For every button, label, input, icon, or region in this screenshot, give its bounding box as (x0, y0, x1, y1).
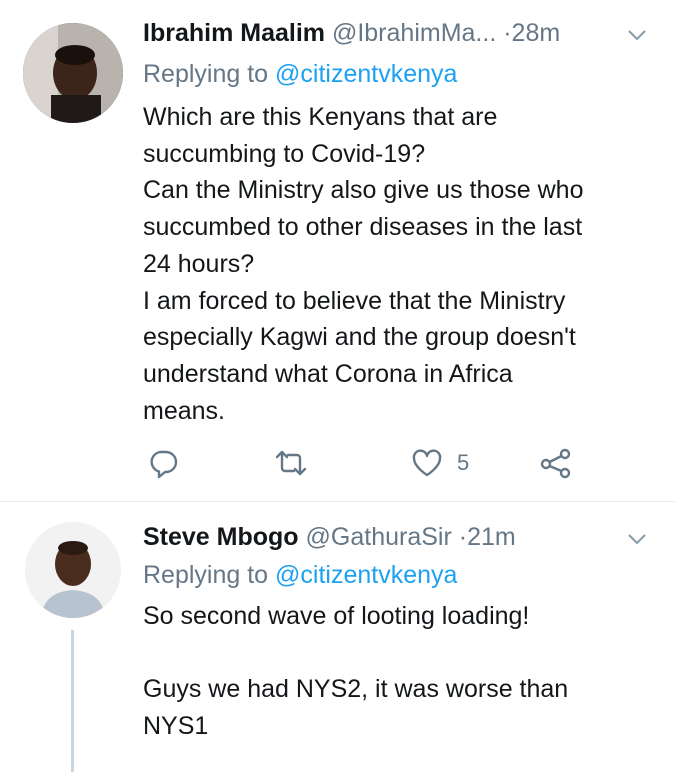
tweet-header: Steve Mbogo @GathuraSir ·21m (143, 522, 516, 552)
tweet-line: Can the Ministry also give us those who (143, 176, 584, 205)
tweet-line: Guys we had NYS2, it was worse than (143, 675, 569, 704)
retweet-icon (275, 450, 307, 476)
share-icon (540, 448, 571, 479)
tweet-line: understand what Corona in Africa (143, 359, 513, 388)
tweet-line: succumbing to Covid-19? (143, 139, 426, 168)
tweet-actions: 5 (143, 443, 643, 483)
reply-button[interactable] (147, 443, 179, 483)
replying-to: Replying to @citizentvkenya (143, 560, 457, 590)
tweet-text: So second wave of looting loading! Guys … (143, 598, 663, 745)
like-icon (412, 449, 442, 477)
like-button[interactable]: 5 (411, 443, 469, 483)
tweet-line: especially Kagwi and the group doesn't (143, 323, 576, 352)
tweet-line: Which are this Kenyans that are (143, 103, 498, 131)
retweet-button[interactable] (273, 443, 309, 483)
timestamp[interactable]: 28m (512, 19, 561, 47)
avatar[interactable] (23, 23, 123, 123)
replying-to-link[interactable]: @citizentvkenya (275, 60, 457, 88)
tweet-line: 24 hours? (143, 249, 255, 278)
avatar-photo (23, 23, 123, 123)
tweet-line: NYS1 (143, 712, 209, 741)
reply-icon (150, 450, 178, 479)
replying-to: Replying to @citizentvkenya (143, 59, 457, 89)
tweet-line: means. (143, 396, 225, 425)
tweet-line: succumbed to other diseases in the last (143, 213, 583, 242)
chevron-down-icon[interactable] (627, 532, 647, 546)
like-count: 5 (457, 450, 470, 475)
tweet-header: Ibrahim Maalim @IbrahimMa... ·28m (143, 18, 560, 48)
chevron-down-icon[interactable] (627, 28, 647, 42)
author-name[interactable]: Steve Mbogo (143, 523, 299, 551)
separator-dot: · (458, 523, 468, 551)
replying-prefix: Replying to (143, 561, 269, 589)
tweet-2[interactable]: Steve Mbogo @GathuraSir ·21m Replying to… (0, 502, 675, 772)
replying-to-link[interactable]: @citizentvkenya (275, 561, 457, 589)
replying-prefix: Replying to (143, 60, 269, 88)
separator-dot: · (503, 19, 512, 47)
author-name[interactable]: Ibrahim Maalim (143, 19, 325, 47)
avatar[interactable] (25, 522, 121, 618)
tweet-text: Which are this Kenyans that are succumbi… (143, 99, 663, 429)
timestamp[interactable]: 21m (467, 523, 516, 551)
tweet-1[interactable]: Ibrahim Maalim @IbrahimMa... ·28m Replyi… (0, 0, 675, 500)
share-button[interactable] (539, 443, 573, 483)
tweet-line (143, 635, 663, 672)
tweet-line: I am forced to believe that the Ministry (143, 286, 566, 315)
tweet-line: So second wave of looting loading! (143, 602, 530, 630)
thread-line (71, 630, 74, 772)
author-handle[interactable]: @GathuraSir (306, 523, 452, 551)
avatar-photo (25, 522, 121, 618)
author-handle[interactable]: @IbrahimMa... (332, 19, 496, 47)
